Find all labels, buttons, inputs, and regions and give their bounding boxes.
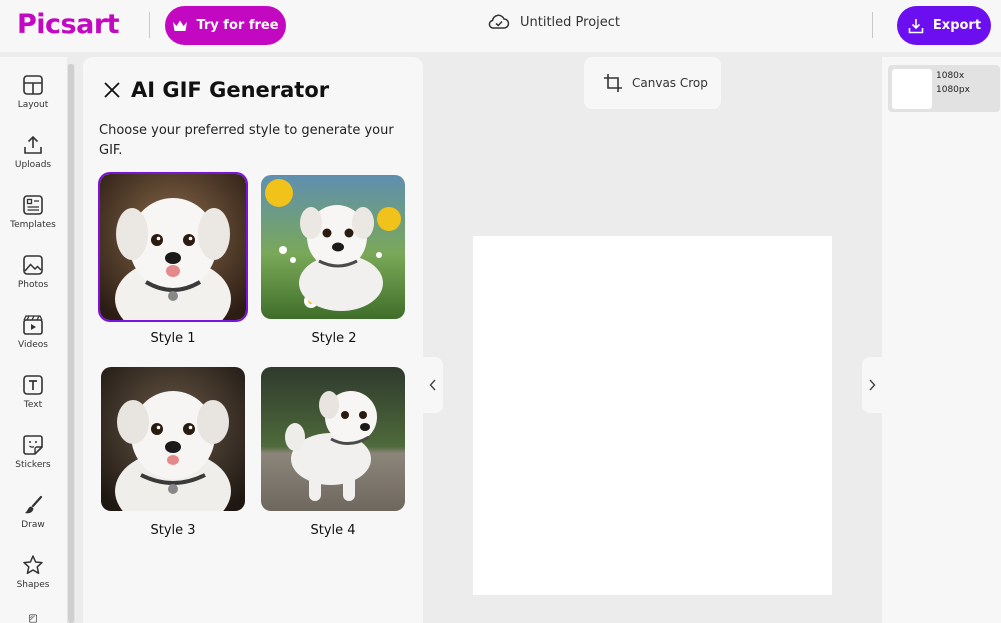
dog-image [100,174,246,320]
page-size: 1080x 1080px [936,69,970,97]
sidebar-item-more[interactable] [0,610,66,623]
style-label-4: Style 4 [310,523,356,538]
sidebar-item-label: Uploads [14,160,52,170]
sidebar-item-label: Videos [18,340,48,350]
project-title[interactable]: Untitled Project [488,14,620,30]
sidebar-item-draw[interactable]: Draw [0,490,66,546]
sidebar-item-stickers[interactable]: Stickers [0,430,66,486]
chevron-right-icon [869,379,876,391]
templates-icon [23,195,43,215]
brush-icon [25,495,43,514]
scrollbar-thumb[interactable] [68,64,74,623]
stickers-icon [23,435,43,455]
page-size-line1: 1080x [936,71,965,81]
export-button[interactable]: Export [897,6,991,45]
close-icon[interactable] [101,79,123,101]
style-card-3[interactable] [101,367,245,511]
sidebar-item-layout[interactable]: Layout [0,70,66,126]
sidebar-item-photos[interactable]: Photos [0,250,66,306]
photos-icon [23,255,43,275]
style-card-1[interactable] [98,172,248,322]
sidebar-item-videos[interactable]: Videos [0,310,66,366]
top-bar: Picsart Try for free Untitled Project Ex… [0,0,1001,52]
chevron-left-icon [429,379,436,391]
sidebar-item-label: Layout [17,100,49,110]
page-preview [892,69,932,109]
sidebar-item-label: Photos [17,280,49,290]
sidebar-item-label: Text [23,400,43,410]
dog-image [261,175,405,319]
crown-icon [173,20,188,31]
collapse-panel-button[interactable] [422,357,443,413]
picsart-logo[interactable]: Picsart [17,9,120,40]
panel-description: Choose your preferred style to generate … [99,123,394,158]
sidebar-scrollbar[interactable] [67,64,75,623]
pages-panel [882,57,1001,623]
try-for-free-button[interactable]: Try for free [165,6,286,45]
panel-title: AI GIF Generator [131,78,330,102]
sidebar-item-text[interactable]: Text [0,370,66,426]
crop-icon [604,74,622,92]
sidebar-item-label: Shapes [16,580,50,590]
star-icon [23,555,43,575]
download-icon [908,18,924,33]
sidebar-item-templates[interactable]: Templates [0,190,66,246]
canvas-crop-button[interactable]: Canvas Crop [584,57,721,109]
sidebar-item-label: Draw [21,520,45,530]
sidebar-item-uploads[interactable]: Uploads [0,130,66,186]
page-size-line2: 1080px [936,85,970,95]
style-label-1: Style 1 [150,331,196,346]
upload-icon [24,135,42,154]
try-for-free-label: Try for free [196,18,279,33]
dog-image [101,367,245,511]
style-label-3: Style 3 [150,523,196,538]
project-name: Untitled Project [520,14,621,30]
divider [149,12,150,38]
expand-right-panel-button[interactable] [862,357,882,413]
canvas[interactable] [473,236,832,595]
canvas-crop-label: Canvas Crop [632,76,708,90]
sidebar-item-label: Stickers [15,460,51,470]
layout-icon [23,75,43,95]
pattern-icon [28,614,38,623]
style-label-2: Style 2 [311,331,357,346]
cloud-check-icon [488,14,510,29]
videos-icon [23,315,43,335]
style-card-4[interactable] [261,367,405,511]
sidebar-item-label: Templates [10,220,56,230]
export-label: Export [932,18,982,33]
sidebar-item-shapes[interactable]: Shapes [0,550,66,606]
dog-image [261,367,405,511]
style-card-2[interactable] [261,175,405,319]
text-icon [23,375,43,395]
ai-gif-generator-panel: AI GIF Generator Choose your preferred s… [83,57,423,623]
divider [872,12,873,38]
